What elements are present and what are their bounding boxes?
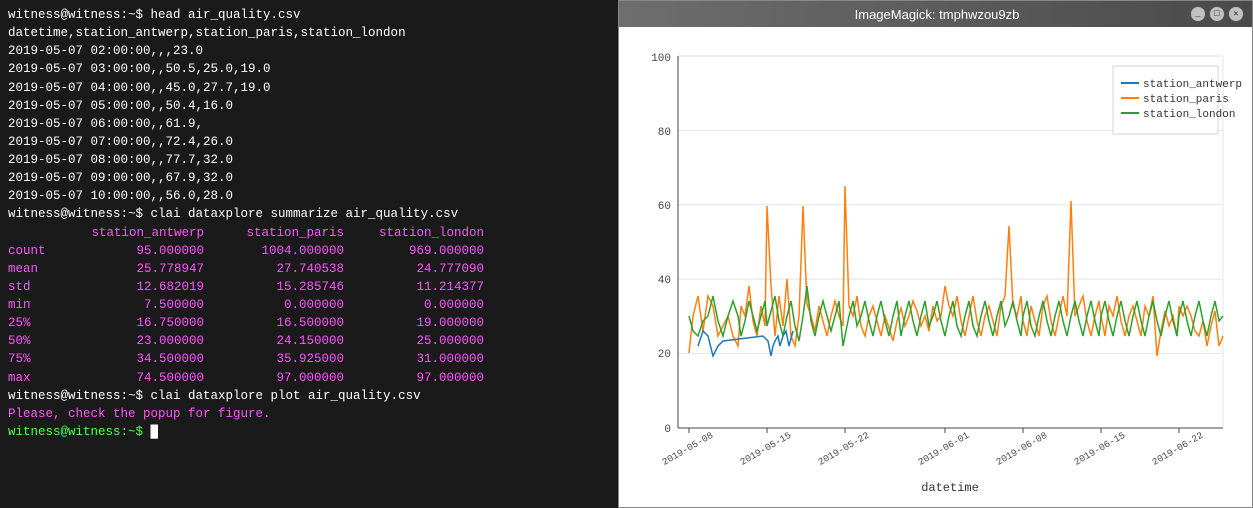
minimize-button[interactable]: _ bbox=[1190, 6, 1206, 22]
term-line-3: 2019-05-07 02:00:00,,,23.0 bbox=[8, 42, 610, 60]
stats-row-count: count 95.000000 1004.000000 969.000000 bbox=[8, 242, 610, 260]
term-prompt-final: witness@witness:~$ █ bbox=[8, 423, 610, 441]
legend-london: station_london bbox=[1143, 109, 1235, 121]
term-line-5: 2019-05-07 04:00:00,,45.0,27.7,19.0 bbox=[8, 79, 610, 97]
imagemagick-window: ImageMagick: tmphwzou9zb _ □ ✕ bbox=[618, 0, 1253, 508]
maximize-button[interactable]: □ bbox=[1209, 6, 1225, 22]
svg-text:80: 80 bbox=[658, 127, 671, 139]
svg-text:2019-06-08: 2019-06-08 bbox=[994, 430, 1049, 468]
svg-text:40: 40 bbox=[658, 275, 671, 287]
stats-row-75: 75% 34.500000 35.925000 31.000000 bbox=[8, 350, 610, 368]
window-title: ImageMagick: tmphwzou9zb bbox=[687, 7, 1187, 22]
stats-row-max: max 74.500000 97.000000 97.000000 bbox=[8, 369, 610, 387]
svg-text:2019-06-01: 2019-06-01 bbox=[916, 430, 971, 468]
term-line-6: 2019-05-07 05:00:00,,50.4,16.0 bbox=[8, 97, 610, 115]
titlebar: ImageMagick: tmphwzou9zb _ □ ✕ bbox=[619, 1, 1252, 27]
window-controls[interactable]: _ □ ✕ bbox=[1187, 6, 1244, 22]
term-popup-msg: Please, check the popup for figure. bbox=[8, 405, 610, 423]
close-button[interactable]: ✕ bbox=[1228, 6, 1244, 22]
svg-text:0: 0 bbox=[664, 424, 671, 436]
svg-text:100: 100 bbox=[651, 53, 671, 65]
stats-row-min: min 7.500000 0.000000 0.000000 bbox=[8, 296, 610, 314]
legend-antwerp: station_antwerp bbox=[1143, 79, 1242, 91]
term-plot-cmd: witness@witness:~$ clai dataxplore plot … bbox=[8, 387, 610, 405]
legend-paris: station_paris bbox=[1143, 94, 1229, 106]
svg-text:datetime: datetime bbox=[921, 481, 979, 495]
stats-row-50: 50% 23.000000 24.150000 25.000000 bbox=[8, 332, 610, 350]
chart-area: 0 20 40 60 80 100 2019-05-08 2019-05-15 … bbox=[623, 36, 1248, 498]
chart-container: 0 20 40 60 80 100 2019-05-08 2019-05-15 … bbox=[619, 27, 1252, 507]
stats-header: station_antwerp station_paris station_lo… bbox=[8, 224, 610, 242]
svg-text:2019-05-22: 2019-05-22 bbox=[816, 430, 871, 468]
svg-text:2019-06-22: 2019-06-22 bbox=[1150, 430, 1205, 468]
term-line-11: 2019-05-07 10:00:00,,56.0,28.0 bbox=[8, 187, 610, 205]
term-line-2: datetime,station_antwerp,station_paris,s… bbox=[8, 24, 610, 42]
terminal-content: witness@witness:~$ head air_quality.csv … bbox=[8, 6, 610, 441]
stats-table: station_antwerp station_paris station_lo… bbox=[8, 224, 610, 387]
term-line-8: 2019-05-07 07:00:00,,72.4,26.0 bbox=[8, 133, 610, 151]
svg-text:2019-06-15: 2019-06-15 bbox=[1072, 430, 1127, 468]
term-line-7: 2019-05-07 06:00:00,,61.9, bbox=[8, 115, 610, 133]
svg-text:60: 60 bbox=[658, 201, 671, 213]
chart-svg: 0 20 40 60 80 100 2019-05-08 2019-05-15 … bbox=[623, 36, 1248, 498]
term-line-12: witness@witness:~$ clai dataxplore summa… bbox=[8, 205, 610, 223]
svg-text:20: 20 bbox=[658, 349, 671, 361]
term-line-4: 2019-05-07 03:00:00,,50.5,25.0,19.0 bbox=[8, 60, 610, 78]
term-line-9: 2019-05-07 08:00:00,,77.7,32.0 bbox=[8, 151, 610, 169]
svg-text:2019-05-15: 2019-05-15 bbox=[738, 430, 793, 468]
stats-row-25: 25% 16.750000 16.500000 19.000000 bbox=[8, 314, 610, 332]
term-line-1: witness@witness:~$ head air_quality.csv bbox=[8, 6, 610, 24]
terminal-panel: witness@witness:~$ head air_quality.csv … bbox=[0, 0, 618, 508]
stats-row-std: std 12.682019 15.285746 11.214377 bbox=[8, 278, 610, 296]
stats-row-mean: mean 25.778947 27.740538 24.777090 bbox=[8, 260, 610, 278]
term-line-10: 2019-05-07 09:00:00,,67.9,32.0 bbox=[8, 169, 610, 187]
